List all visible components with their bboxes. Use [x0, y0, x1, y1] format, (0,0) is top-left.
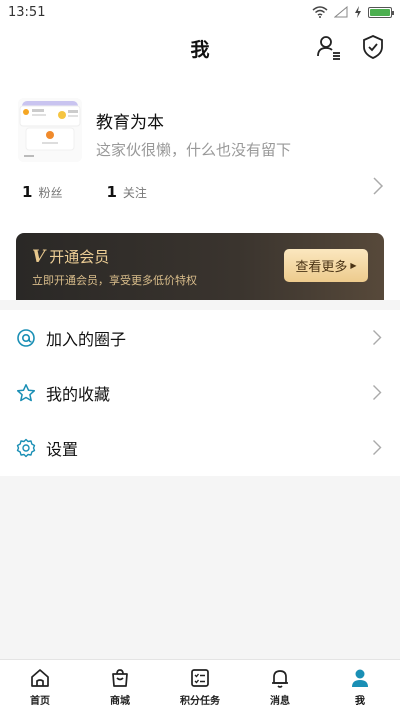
- menu-label: 我的收藏: [46, 384, 111, 404]
- tab-label: 消息: [270, 696, 290, 707]
- shield-check-icon[interactable]: [360, 34, 386, 60]
- stat-followers[interactable]: 1 粉丝: [22, 183, 62, 201]
- tab-label: 我: [355, 696, 365, 707]
- profile-name: 教育为本: [96, 113, 164, 133]
- signal-icon: [334, 6, 348, 18]
- user-list-icon[interactable]: [316, 34, 342, 60]
- shopping-bag-icon: [112, 669, 128, 687]
- chevron-right-icon: [373, 385, 382, 400]
- chevron-right-icon: [373, 330, 382, 345]
- person-icon: [352, 669, 368, 687]
- followers-label: 粉丝: [38, 186, 63, 200]
- tab-points-tasks[interactable]: 积分任务: [160, 660, 240, 711]
- tab-label: 积分任务: [180, 696, 220, 707]
- vip-subtitle: 立即开通会员，享受更多低价特权: [32, 274, 197, 287]
- page-title: 我: [190, 38, 210, 61]
- status-bar: 13:51: [0, 0, 400, 24]
- vip-v-icon: V: [32, 246, 46, 267]
- battery-icon: [368, 6, 394, 18]
- profile-section[interactable]: 教育为本 这家伙很懒，什么也没有留下 1 粉丝 1 关注: [0, 72, 400, 222]
- header: 我: [0, 24, 400, 72]
- stat-following[interactable]: 1 关注: [106, 183, 146, 201]
- vip-title: V 开通会员: [32, 246, 109, 267]
- chevron-right-icon[interactable]: [372, 176, 384, 196]
- gear-icon: [16, 438, 36, 457]
- circle-at-icon: [17, 328, 35, 347]
- task-list-icon: [191, 669, 209, 687]
- status-time: 13:51: [8, 4, 46, 20]
- tab-label: 商城: [110, 696, 130, 707]
- profile-stats: 1 粉丝 1 关注: [22, 183, 147, 201]
- vip-more-label: 查看更多: [295, 260, 348, 275]
- menu-item-favorites[interactable]: 我的收藏: [0, 365, 400, 420]
- menu-label: 设置: [46, 439, 79, 459]
- vip-title-text: 开通会员: [49, 248, 110, 266]
- home-icon: [31, 669, 49, 687]
- tab-me[interactable]: 我: [320, 660, 400, 711]
- following-count: 1: [106, 183, 117, 201]
- bottom-tab-bar: 首页 商城 积分任务 消息 我: [0, 659, 400, 711]
- tab-shop[interactable]: 商城: [80, 660, 160, 711]
- vip-more-button[interactable]: 查看更多 ▶: [284, 249, 368, 282]
- menu-item-circles[interactable]: 加入的圈子: [0, 310, 400, 365]
- profile-bio: 这家伙很懒，什么也没有留下: [96, 141, 292, 159]
- tab-label: 首页: [30, 696, 50, 707]
- bell-icon: [272, 670, 288, 688]
- vip-card[interactable]: V 开通会员 立即开通会员，享受更多低价特权 查看更多 ▶: [16, 233, 384, 300]
- following-label: 关注: [122, 186, 147, 200]
- status-icons: [312, 6, 394, 18]
- star-icon: [16, 383, 36, 401]
- vip-section: V 开通会员 立即开通会员，享受更多低价特权 查看更多 ▶: [0, 222, 400, 300]
- menu-label: 加入的圈子: [46, 329, 127, 349]
- tab-messages[interactable]: 消息: [240, 660, 320, 711]
- wifi-icon: [312, 6, 328, 18]
- play-arrow-icon: ▶: [350, 261, 357, 270]
- chevron-right-icon: [373, 440, 382, 455]
- avatar-image: [18, 98, 82, 162]
- menu-item-settings[interactable]: 设置: [0, 420, 400, 475]
- charging-icon: [355, 6, 361, 18]
- tab-home[interactable]: 首页: [0, 660, 80, 711]
- followers-count: 1: [22, 183, 33, 201]
- avatar[interactable]: [18, 98, 82, 162]
- menu-list: 加入的圈子 我的收藏 设置: [0, 310, 400, 476]
